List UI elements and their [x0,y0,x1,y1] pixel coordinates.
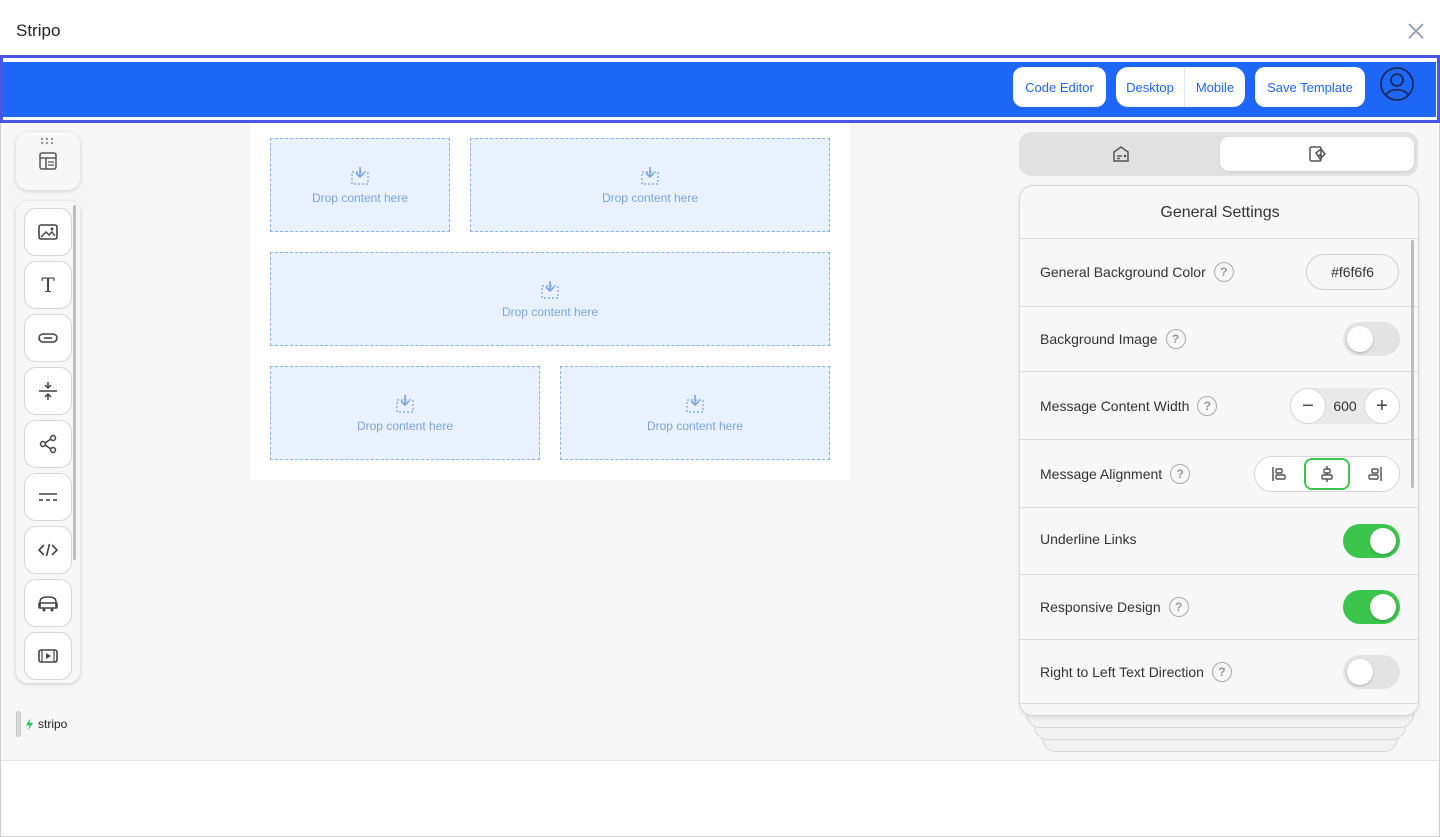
drop-label: Drop content here [356,418,454,433]
drop-arrow-icon [541,280,559,299]
text-icon: T [41,273,55,297]
drag-grip-icon[interactable] [40,137,56,145]
setting-row-responsive-design: Responsive Design ? [1020,574,1418,639]
stripo-logo-icon [25,717,34,731]
settings-title: General Settings [1160,204,1280,221]
spacer-icon [39,382,57,400]
structure-icon [39,152,57,170]
help-icon[interactable]: ? [1197,396,1218,416]
content-width-stepper: − 600 + [1290,388,1400,424]
settings-tabs [1019,132,1418,176]
decrease-width-button[interactable]: − [1290,388,1326,424]
content-width-value[interactable]: 600 [1333,398,1356,414]
help-icon[interactable]: ? [1170,464,1191,484]
setting-row-background-image: Background Image ? [1020,306,1418,371]
button-block[interactable] [24,314,72,362]
align-center-icon [1321,466,1333,482]
logo-handle [16,711,21,737]
toggle-knob [1347,659,1373,685]
setting-row-background-color: General Background Color ? #f6f6f6 [1020,238,1418,306]
user-avatar-icon[interactable] [1380,67,1414,101]
settings-scrollbar[interactable] [1411,240,1414,488]
align-center-button[interactable] [1304,458,1350,490]
drop-arrow-icon [396,394,414,413]
setting-row-alignment: Message Alignment ? [1020,439,1418,507]
drop-zone[interactable]: Drop content here [270,252,830,346]
increase-width-button[interactable]: + [1363,388,1400,424]
dialog-footer [1,760,1438,836]
setting-label: Background Image [1040,331,1158,347]
rtl-toggle[interactable] [1343,655,1400,689]
close-icon[interactable] [1405,20,1427,42]
drop-label: Drop content here [646,418,744,433]
blocks-panel-scrollbar[interactable] [73,205,76,560]
setting-row-underline-links: Underline Links [1020,507,1418,574]
drop-zone[interactable]: Drop content here [270,366,540,460]
banner-block[interactable] [24,473,72,521]
paint-bucket-icon [1309,146,1327,162]
social-block[interactable] [24,420,72,468]
spacer-block[interactable] [24,367,72,415]
setting-label: Message Alignment [1040,466,1163,482]
drop-zone[interactable]: Drop content here [560,366,830,460]
timer-icon [38,596,58,612]
setting-row-content-width: Message Content Width ? − 600 + [1020,371,1418,439]
setting-label: Underline Links [1040,531,1137,547]
setting-label: Responsive Design [1040,599,1161,615]
background-color-input[interactable]: #f6f6f6 [1306,254,1399,290]
alignment-selector [1254,456,1400,492]
image-icon [38,224,58,240]
banner-icon [39,493,57,501]
image-block[interactable] [24,208,72,256]
toggle-knob [1370,528,1396,554]
setting-label: General Background Color [1040,264,1206,280]
setting-label: Right to Left Text Direction [1040,664,1204,680]
html-code-icon [37,543,59,557]
tab-content[interactable] [1024,137,1217,171]
align-right-button[interactable] [1352,458,1398,490]
align-right-icon [1368,467,1382,481]
drop-arrow-icon [641,166,659,185]
setting-row-rtl: Right to Left Text Direction ? [1020,639,1418,704]
drop-label: Drop content here [501,304,599,319]
drop-arrow-icon [686,394,704,413]
drop-zone[interactable]: Drop content here [270,138,450,232]
mobile-view-button[interactable]: Mobile [1185,67,1245,107]
align-left-icon [1272,467,1286,481]
save-template-button[interactable]: Save Template [1255,67,1365,107]
general-settings-panel: General Settings General Background Colo… [1019,185,1419,716]
drop-label: Drop content here [311,190,409,205]
timer-block[interactable] [24,579,72,627]
video-block[interactable] [24,632,72,680]
help-icon[interactable]: ? [1213,262,1234,282]
stripo-logo: stripo [16,711,67,737]
code-editor-button[interactable]: Code Editor [1013,67,1106,107]
desktop-view-button[interactable]: Desktop [1116,67,1185,107]
help-icon[interactable]: ? [1165,329,1186,349]
logo-text: stripo [38,717,68,731]
background-image-toggle[interactable] [1343,322,1400,356]
video-icon [38,649,58,663]
toggle-knob [1347,326,1373,352]
setting-label: Message Content Width [1040,398,1190,414]
help-icon[interactable]: ? [1168,597,1189,617]
message-icon [1112,146,1129,162]
help-icon[interactable]: ? [1211,662,1232,682]
align-left-button[interactable] [1256,458,1302,490]
social-share-icon [39,434,57,454]
drop-arrow-icon [351,166,369,185]
device-switch: Desktop Mobile [1116,67,1245,107]
toggle-knob [1370,594,1396,620]
drop-label: Drop content here [601,190,699,205]
responsive-design-toggle[interactable] [1343,590,1400,624]
button-icon [38,333,58,343]
html-block[interactable] [24,526,72,574]
dialog-title: Stripo [16,21,61,40]
tab-appearance[interactable] [1220,137,1414,171]
title-bar: Stripo [0,0,1440,56]
drop-zone[interactable]: Drop content here [470,138,830,232]
text-block[interactable]: T [24,261,72,309]
underline-links-toggle[interactable] [1343,524,1400,558]
